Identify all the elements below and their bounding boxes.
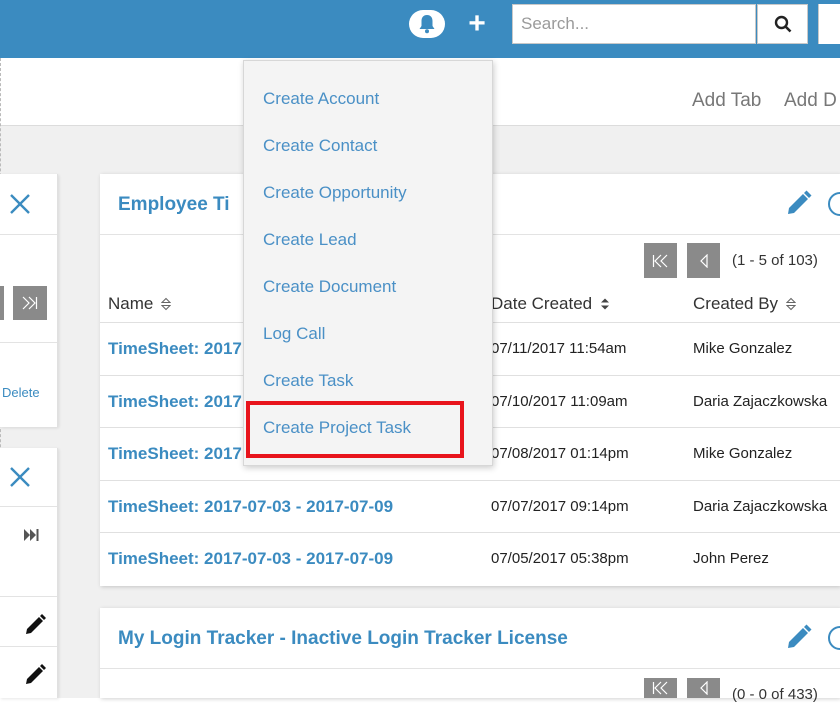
menu-item-create-opportunity[interactable]: Create Opportunity [263,183,407,203]
highlight-box [246,401,464,458]
last-page-icon [22,296,38,310]
last-page-button[interactable] [14,518,48,552]
last-page-button[interactable] [13,286,47,320]
date-created-cell: 07/11/2017 11:54am [491,340,627,357]
divider [0,234,57,235]
delete-link[interactable]: Delete [2,385,40,400]
notifications-bell-icon[interactable] [409,10,445,38]
column-header-created-by[interactable]: Created By [693,294,797,314]
header-edge-button[interactable] [818,4,840,44]
search-button[interactable] [757,4,808,44]
created-by-cell: Daria Zajaczkowska [693,393,828,410]
search-icon [774,15,791,33]
create-plus-icon[interactable]: + [466,8,488,40]
left-dashlet-2 [0,448,58,698]
divider [0,342,57,343]
add-dashlet-link[interactable]: Add D [784,90,837,112]
first-page-button[interactable] [644,678,677,698]
edit-dashlet-icon[interactable] [785,189,812,215]
column-label: Date Created [491,294,593,313]
sort-icon [601,298,610,310]
add-tab-link[interactable]: Add Tab [692,90,761,112]
prev-page-button[interactable] [0,286,4,320]
first-page-icon [652,254,667,267]
pagination-count: (0 - 0 of 433) [732,686,818,703]
created-by-cell: Mike Gonzalez [693,340,793,357]
menu-item-create-task[interactable]: Create Task [263,371,353,391]
column-header-name[interactable]: Name [108,294,172,314]
previous-page-button[interactable] [687,243,720,278]
last-page-icon [24,529,39,541]
divider [100,668,840,669]
first-page-button[interactable] [644,243,677,278]
dashlet-title: Employee Ti [118,194,230,215]
divider [0,646,57,647]
column-label: Created By [693,294,779,313]
column-header-date-created[interactable]: Date Created [491,294,610,314]
edit-pencil-icon[interactable] [22,612,48,638]
search-input[interactable]: Search... [512,4,756,44]
first-page-icon [652,681,667,695]
menu-item-create-account[interactable]: Create Account [263,89,379,109]
previous-page-icon [699,681,708,695]
pagination-count: (1 - 5 of 103) [732,252,818,269]
date-created-cell: 07/05/2017 05:38pm [491,550,629,567]
login-tracker-dashlet: My Login Tracker - Inactive Login Tracke… [100,608,840,703]
timesheet-link[interactable]: TimeSheet: 2017-07-03 - 2017-07-09 [108,549,393,569]
created-by-cell: Mike Gonzalez [693,445,793,462]
menu-item-create-contact[interactable]: Create Contact [263,136,377,156]
menu-item-create-lead[interactable]: Create Lead [263,230,357,250]
timesheet-link[interactable]: TimeSheet: 2017-07-03 - 2017-07-09 [108,497,393,517]
timesheet-link[interactable]: TimeSheet: 2017 [108,392,242,412]
divider [0,596,57,597]
created-by-cell: John Perez [693,550,769,567]
divider [0,506,57,507]
top-navbar: + Search... [0,0,840,58]
refresh-icon[interactable] [828,192,840,216]
sort-icon [786,297,797,311]
previous-page-button[interactable] [687,678,720,698]
previous-page-icon [699,253,708,268]
table-row: TimeSheet: 2017-07-03 - 2017-07-09 07/05… [100,532,840,585]
date-created-cell: 07/10/2017 11:09am [491,393,628,410]
table-row: TimeSheet: 2017-07-03 - 2017-07-09 07/07… [100,480,840,533]
date-created-cell: 07/07/2017 09:14pm [491,498,629,515]
timesheet-link[interactable]: TimeSheet: 2017 [108,444,242,464]
refresh-icon[interactable] [828,626,840,650]
close-icon[interactable] [9,466,31,488]
column-label: Name [108,294,154,313]
edit-pencil-icon[interactable] [22,662,48,688]
date-created-cell: 07/08/2017 01:14pm [491,445,629,462]
close-icon[interactable] [9,193,31,215]
created-by-cell: Daria Zajaczkowska [693,498,828,515]
edit-dashlet-icon[interactable] [785,623,812,649]
dashlet-title: My Login Tracker - Inactive Login Tracke… [118,628,568,649]
menu-item-create-document[interactable]: Create Document [263,277,396,297]
menu-item-log-call[interactable]: Log Call [263,324,325,344]
sort-icon [161,297,172,311]
timesheet-link[interactable]: TimeSheet: 2017 [108,339,242,359]
